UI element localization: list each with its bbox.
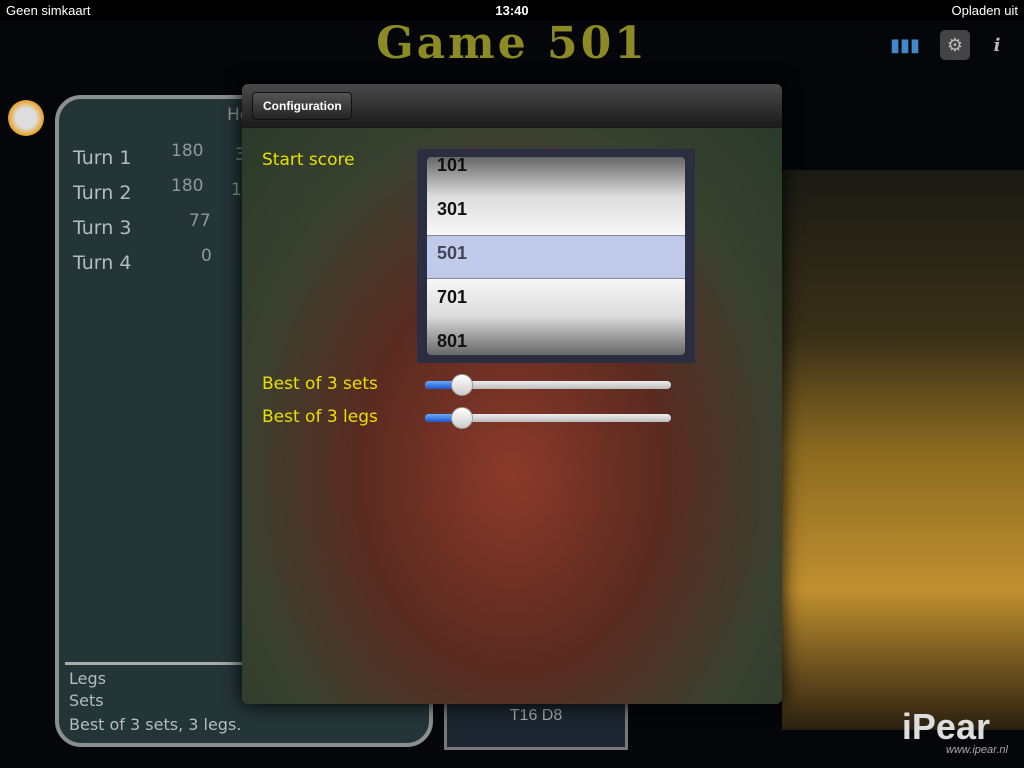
picker-option[interactable]: 701	[437, 287, 467, 308]
legs-slider[interactable]	[425, 407, 671, 429]
lightbulb-icon[interactable]	[8, 100, 44, 136]
turn-score: 180	[171, 176, 204, 196]
legs-label: Best of 3 legs	[262, 407, 378, 427]
turn-score: 180	[171, 141, 204, 161]
navigation-bar: Configuration	[242, 84, 782, 128]
brand-logo: iPear	[901, 706, 990, 747]
back-button[interactable]: Configuration	[252, 92, 352, 120]
sets-label: Sets	[69, 691, 104, 710]
config-content: Start score 101 301 501 701 801 Best of …	[242, 128, 782, 704]
turn-label: Turn 3	[73, 217, 132, 239]
status-bar: Geen simkaart 13:40 Opladen uit	[0, 0, 1024, 20]
clock: 13:40	[495, 2, 529, 18]
settings-gear-icon[interactable]: ⚙	[940, 30, 970, 60]
turn-score: 77	[189, 211, 211, 231]
brand-url: www.ipear.nl	[946, 744, 1008, 756]
start-score-picker[interactable]: 101 301 501 701 801	[417, 149, 695, 363]
picker-option[interactable]: 801	[437, 331, 467, 352]
slider-knob[interactable]	[450, 407, 473, 429]
stats-icon[interactable]: ▮▮▮	[890, 30, 920, 60]
checkout-board: T16 D8	[444, 700, 628, 750]
turn-rest: 1	[231, 180, 242, 200]
darts-background	[782, 170, 1024, 730]
turn-label: Turn 4	[73, 252, 132, 274]
sets-label: Best of 3 sets	[262, 374, 378, 394]
turn-label: Turn 1	[73, 147, 132, 169]
picker-option[interactable]: 101	[437, 157, 467, 176]
match-summary: Best of 3 sets, 3 legs.	[69, 715, 242, 734]
checkout-hint: T16 D8	[509, 707, 563, 724]
turn-score: 0	[201, 246, 212, 266]
picker-option-selected[interactable]: 501	[437, 243, 467, 264]
start-score-label: Start score	[262, 150, 355, 170]
sets-slider[interactable]	[425, 374, 671, 396]
picker-option[interactable]: 301	[437, 199, 467, 220]
legs-label: Legs	[69, 669, 106, 688]
turn-label: Turn 2	[73, 182, 132, 204]
page-title: Game 501	[376, 18, 648, 69]
configuration-popover: Configuration Start score 101 301 501 70…	[242, 84, 782, 704]
info-icon[interactable]: i	[982, 30, 1012, 60]
slider-knob[interactable]	[450, 374, 473, 396]
